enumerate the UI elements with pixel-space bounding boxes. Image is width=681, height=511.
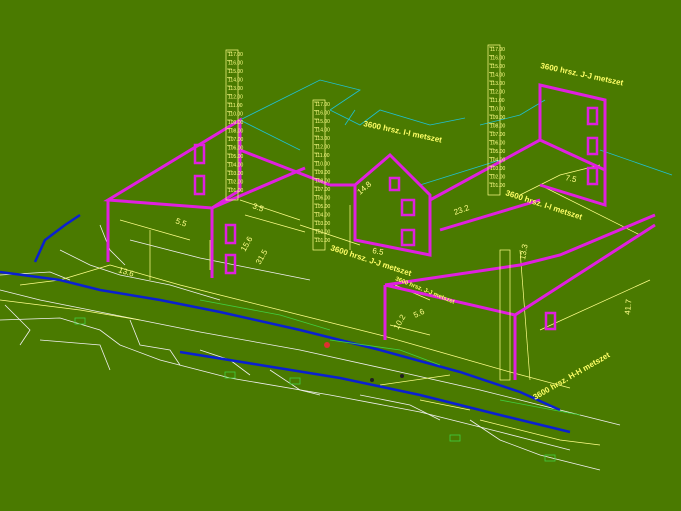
scale-tick-label: 109.00 <box>228 120 244 126</box>
scale-tick-label: 105.00 <box>490 149 506 155</box>
survey-marker-dark-1[interactable] <box>370 378 374 382</box>
scale-tick-label: 107.00 <box>315 187 331 193</box>
scale-tick-label: 107.00 <box>490 132 506 138</box>
scale-tick-label: 110.00 <box>490 107 505 113</box>
scale-tick-label: 114.00 <box>490 73 505 79</box>
scale-tick-label: 115.00 <box>315 119 330 125</box>
survey-marker-red[interactable] <box>324 342 330 348</box>
scale-tick-label: 107.00 <box>228 137 244 143</box>
scale-tick-label: 105.00 <box>315 204 331 210</box>
scale-tick-label: 115.00 <box>490 64 505 70</box>
scale-tick-label: 106.00 <box>490 141 506 147</box>
scale-tick-label: 112.00 <box>315 145 330 151</box>
scale-tick-label: 111.00 <box>228 103 243 109</box>
scale-tick-label: 103.00 <box>315 221 331 227</box>
scale-tick-label: 106.00 <box>228 146 244 152</box>
scale-tick-label: 113.00 <box>490 81 505 87</box>
scale-tick-label: 109.00 <box>315 170 331 176</box>
scale-tick-label: 110.00 <box>315 162 330 168</box>
scale-tick-label: 105.00 <box>228 154 244 160</box>
scale-tick-label: 102.00 <box>315 230 331 236</box>
scale-tick-label: 111.00 <box>315 153 330 159</box>
scale-tick-label: 116.00 <box>315 111 330 117</box>
scale-tick-label: 109.00 <box>490 115 506 121</box>
scale-tick-label: 103.00 <box>228 171 244 177</box>
scale-tick-label: 101.00 <box>490 183 506 189</box>
scale-tick-label: 114.00 <box>315 128 330 134</box>
scale-tick-label: 106.00 <box>315 196 331 202</box>
scale-tick-label: 113.00 <box>315 136 330 142</box>
scale-tick-label: 108.00 <box>228 129 244 135</box>
scale-tick-label: 111.00 <box>490 98 505 104</box>
scale-tick-label: 114.00 <box>228 78 243 84</box>
scale-tick-label: 108.00 <box>490 124 506 130</box>
scale-tick-label: 108.00 <box>315 179 331 185</box>
scale-tick-label: 102.00 <box>490 175 506 181</box>
survey-marker-dark-2[interactable] <box>400 374 404 378</box>
dimension-label-12: 41.7 <box>623 298 633 315</box>
scale-tick-label: 103.00 <box>490 166 506 172</box>
scale-tick-label: 115.00 <box>228 69 243 75</box>
scale-tick-label: 104.00 <box>315 213 331 219</box>
scale-tick-label: 104.00 <box>490 158 506 164</box>
scale-tick-label: 102.00 <box>228 180 244 186</box>
scale-tick-label: 112.00 <box>490 90 505 96</box>
scale-tick-label: 112.00 <box>228 95 243 101</box>
scale-tick-label: 104.00 <box>228 163 244 169</box>
scale-tick-label: 110.00 <box>228 112 243 118</box>
scale-tick-label: 116.00 <box>228 61 243 67</box>
scale-tick-label: 101.00 <box>315 238 331 244</box>
cad-viewport[interactable]: 117.00 116.00 115.00 114.00 113.00 112.00 111.… <box>0 0 681 511</box>
scale-tick-label: 116.00 <box>490 56 505 62</box>
scale-tick-label: 117.00 <box>315 102 330 108</box>
scale-tick-label: 113.00 <box>228 86 243 92</box>
scale-tick-label: 101.00 <box>228 188 244 194</box>
scale-tick-label: 117.00 <box>490 47 505 53</box>
scale-tick-label: 117.00 <box>228 52 243 58</box>
